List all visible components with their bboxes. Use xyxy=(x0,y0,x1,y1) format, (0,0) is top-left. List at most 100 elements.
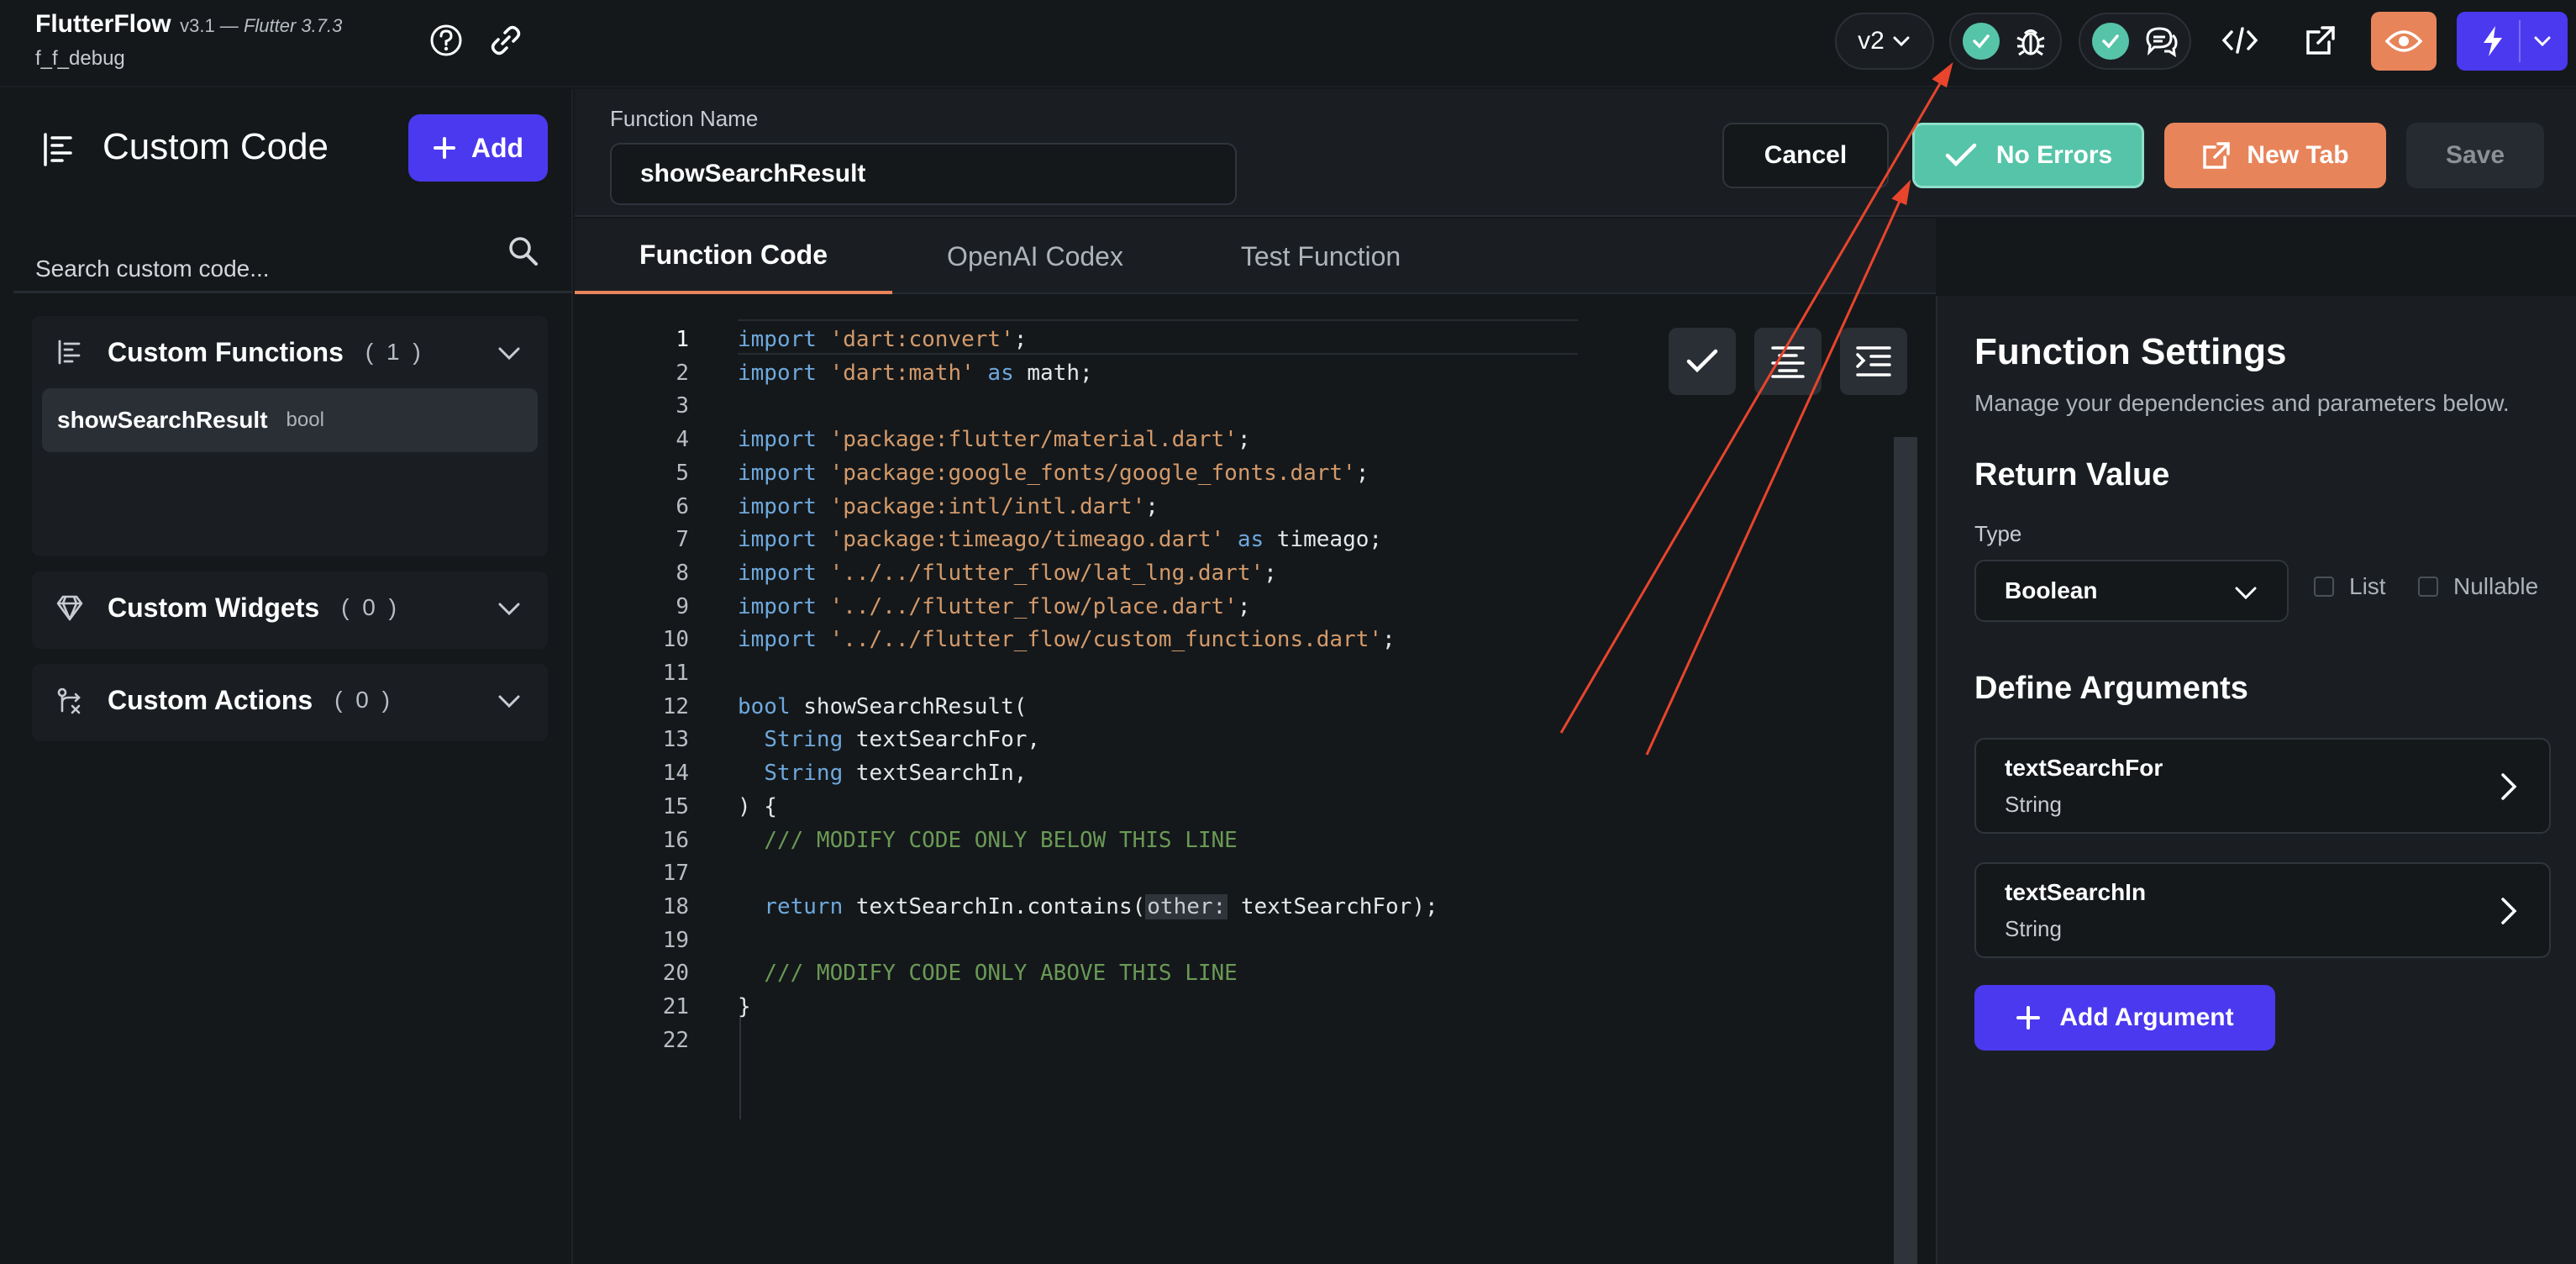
code-tabs: Function Code OpenAI Codex Test Function xyxy=(575,219,1936,294)
code-token: import xyxy=(738,527,817,552)
code-line: String textSearchFor, xyxy=(738,723,1040,756)
add-argument-button[interactable]: Add Argument xyxy=(1974,985,2275,1051)
comments-status-pill[interactable] xyxy=(2079,13,2191,70)
argument-item[interactable]: textSearchFor String xyxy=(1974,738,2551,834)
functions-list-icon xyxy=(58,340,81,365)
section-title: Custom Widgets xyxy=(108,592,320,623)
chat-icon xyxy=(2146,27,2178,58)
checkbox[interactable] xyxy=(2418,577,2438,597)
chevron-down-icon[interactable] xyxy=(2532,31,2552,51)
code-editor[interactable]: 1 import 'dart:convert'; 2 import 'dart:mat… xyxy=(575,296,1936,1264)
section-count: ( 0 ) xyxy=(341,594,400,620)
add-button[interactable]: Add xyxy=(408,114,548,182)
code-token: ; xyxy=(1382,627,1396,652)
align-center-icon xyxy=(1771,346,1805,378)
type-label: Type xyxy=(1974,521,2022,546)
check-icon xyxy=(1963,23,2000,60)
code-token: import xyxy=(738,561,817,586)
line-number: 18 xyxy=(662,894,689,919)
tab-test-function[interactable]: Test Function xyxy=(1178,219,1464,294)
version-selector[interactable]: v2 xyxy=(1835,13,1934,70)
format-code-button[interactable] xyxy=(1754,328,1822,395)
code-token: '../../flutter_flow/place.dart' xyxy=(829,594,1238,619)
line-number: 17 xyxy=(662,861,689,886)
indent-icon xyxy=(1856,346,1891,377)
custom-widgets-header[interactable]: Custom Widgets ( 0 ) xyxy=(32,571,548,644)
cancel-button[interactable]: Cancel xyxy=(1722,123,1889,188)
help-icon[interactable] xyxy=(424,18,468,62)
new-tab-label: New Tab xyxy=(2247,141,2349,169)
nullable-checkbox[interactable]: Nullable xyxy=(2418,573,2538,600)
preview-button[interactable] xyxy=(2371,12,2437,71)
argument-type: String xyxy=(2005,792,2062,817)
code-token: ; xyxy=(1355,461,1369,486)
code-line: String textSearchIn, xyxy=(738,756,1027,790)
custom-code-sidebar: Custom Code Add Custom Functions ( 1 ) s… xyxy=(13,89,573,1264)
function-name-input[interactable] xyxy=(610,143,1237,205)
check-code-button[interactable] xyxy=(1669,328,1736,395)
return-type-value: Boolean xyxy=(2005,577,2098,603)
checkbox[interactable] xyxy=(2314,577,2334,597)
search-icon[interactable] xyxy=(507,235,539,267)
list-item[interactable]: showSearchResult bool xyxy=(42,388,538,452)
custom-actions-header[interactable]: Custom Actions ( 0 ) xyxy=(32,664,548,736)
chevron-down-icon[interactable] xyxy=(496,687,523,714)
code-token: 'dart:convert' xyxy=(829,327,1014,352)
chevron-down-icon[interactable] xyxy=(496,340,523,366)
divider xyxy=(13,291,573,293)
tab-function-code[interactable]: Function Code xyxy=(575,219,892,294)
code-token: return xyxy=(764,894,844,919)
lightning-icon xyxy=(2484,26,2502,56)
return-type-dropdown[interactable]: Boolean xyxy=(1974,560,2289,622)
sidebar-title: Custom Code xyxy=(103,126,329,167)
code-token: 'package:intl/intl.dart' xyxy=(829,494,1146,519)
link-icon[interactable] xyxy=(484,18,528,62)
code-token: ; xyxy=(1013,327,1028,352)
save-button[interactable]: Save xyxy=(2406,123,2544,188)
list-checkbox[interactable]: List xyxy=(2314,573,2386,600)
new-tab-button[interactable]: New Tab xyxy=(2164,123,2386,188)
code-line: import 'package:intl/intl.dart'; xyxy=(738,490,1159,524)
argument-item[interactable]: textSearchIn String xyxy=(1974,862,2551,958)
code-icon[interactable] xyxy=(2218,18,2262,62)
debug-status-pill[interactable] xyxy=(1949,13,2062,70)
open-external-icon[interactable] xyxy=(2299,18,2342,62)
search-input[interactable] xyxy=(35,244,506,294)
bug-icon xyxy=(2016,29,2045,56)
editor-scrollbar[interactable] xyxy=(1894,437,1917,1264)
no-errors-button[interactable]: No Errors xyxy=(1912,123,2144,188)
line-number: 20 xyxy=(662,961,689,986)
indent-button[interactable] xyxy=(1840,328,1907,395)
chevron-down-icon[interactable] xyxy=(496,595,523,622)
custom-functions-header[interactable]: Custom Functions ( 1 ) xyxy=(32,316,548,388)
line-number: 10 xyxy=(662,627,689,652)
code-token: ; xyxy=(1264,561,1277,586)
argument-type: String xyxy=(2005,916,2062,941)
line-number: 9 xyxy=(676,594,689,619)
code-token: other: xyxy=(1145,894,1228,919)
code-token: timeago; xyxy=(1264,527,1383,552)
list-label: List xyxy=(2349,573,2386,599)
code-token: /// MODIFY CODE ONLY BELOW THIS LINE xyxy=(764,828,1238,853)
line-number: 5 xyxy=(676,461,689,486)
code-token: String xyxy=(764,761,844,786)
code-list-icon xyxy=(44,133,72,166)
code-token: ; xyxy=(1237,594,1251,619)
line-number: 12 xyxy=(662,694,689,719)
run-button[interactable] xyxy=(2457,12,2568,71)
code-token: import xyxy=(738,594,817,619)
nullable-label: Nullable xyxy=(2453,573,2539,599)
tab-openai-codex[interactable]: OpenAI Codex xyxy=(892,219,1178,294)
code-line: import '../../flutter_flow/place.dart'; xyxy=(738,590,1251,624)
code-token: import xyxy=(738,461,817,486)
code-line: import 'dart:convert'; xyxy=(738,323,1027,356)
check-icon xyxy=(1686,349,1718,373)
check-icon xyxy=(1945,143,1977,167)
code-token: '../../flutter_flow/custom_functions.dar… xyxy=(829,627,1383,652)
code-token: import xyxy=(738,627,817,652)
top-bar: FlutterFlow v3.1 — Flutter 3.7.3 f_f_deb… xyxy=(0,0,2576,87)
line-number: 2 xyxy=(676,361,689,386)
code-line: ) { xyxy=(738,790,777,824)
